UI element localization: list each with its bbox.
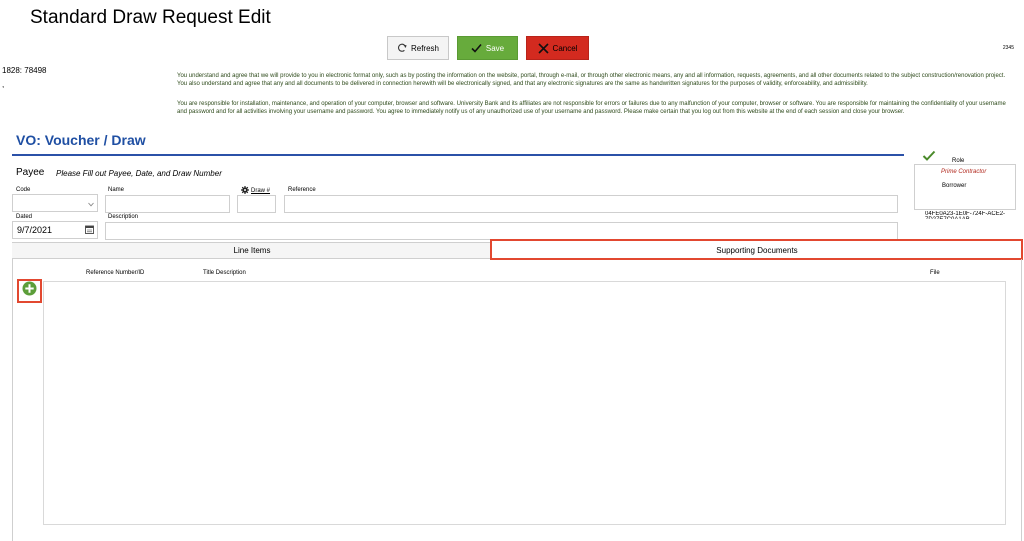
calendar-icon[interactable] bbox=[85, 225, 94, 236]
record-guid: 04FE0A23-1E0F-724F-ACE2-7D27E7C0A1AB bbox=[925, 211, 1006, 219]
description-label: Description bbox=[108, 214, 139, 220]
add-icon bbox=[22, 281, 37, 301]
reference-field[interactable] bbox=[284, 195, 898, 213]
refresh-label: Refresh bbox=[410, 43, 439, 53]
corner-number: 2345 bbox=[1002, 45, 1014, 51]
column-header-file: File bbox=[930, 270, 940, 276]
page-title: Standard Draw Request Edit bbox=[30, 7, 271, 28]
save-label: Save bbox=[485, 43, 505, 53]
draw-number-field[interactable] bbox=[237, 195, 276, 213]
check-icon bbox=[471, 43, 482, 53]
tab-line-items[interactable]: Line Items bbox=[12, 242, 492, 259]
role-item-borrower[interactable]: Borrower bbox=[942, 183, 966, 189]
dated-field[interactable]: 9/7/2021 bbox=[12, 221, 98, 239]
dated-value: 9/7/2021 bbox=[17, 225, 53, 235]
disclaimer-paragraph-1: You understand and agree that we will pr… bbox=[177, 73, 1006, 87]
refresh-icon bbox=[397, 43, 407, 53]
project-code-suffix: , bbox=[2, 80, 5, 89]
disclaimer-paragraph-2: You are responsible for installation, ma… bbox=[177, 101, 1006, 115]
project-code: 1828: 78498 bbox=[2, 66, 47, 75]
name-label: Name bbox=[108, 187, 125, 193]
close-icon bbox=[537, 42, 549, 54]
name-field[interactable] bbox=[105, 195, 230, 213]
description-field[interactable] bbox=[105, 222, 898, 240]
payee-title: Payee bbox=[16, 167, 45, 178]
documents-grid bbox=[43, 281, 1006, 525]
cancel-label: Cancel bbox=[552, 43, 578, 53]
save-button[interactable]: Save bbox=[457, 36, 518, 60]
section-title: VO: Voucher / Draw bbox=[16, 132, 146, 148]
column-header-reference: Reference Number/ID bbox=[86, 270, 145, 276]
refresh-button[interactable]: Refresh bbox=[387, 36, 449, 60]
reference-label: Reference bbox=[288, 187, 316, 193]
tab-highlight bbox=[490, 239, 1023, 260]
dated-label: Dated bbox=[16, 214, 33, 220]
draw-number-label-text: Draw # bbox=[251, 188, 271, 194]
code-label: Code bbox=[16, 187, 31, 193]
column-header-title: Title Description bbox=[203, 270, 246, 276]
payee-hint: Please Fill out Payee, Date, and Draw Nu… bbox=[56, 169, 222, 178]
cancel-button[interactable]: Cancel bbox=[526, 36, 589, 60]
add-document-button[interactable] bbox=[17, 279, 42, 303]
role-item-prime-contractor[interactable]: Prime Contractor bbox=[941, 169, 986, 175]
section-divider bbox=[12, 154, 904, 156]
code-select[interactable] bbox=[12, 194, 98, 212]
chevron-down-icon bbox=[88, 199, 94, 209]
